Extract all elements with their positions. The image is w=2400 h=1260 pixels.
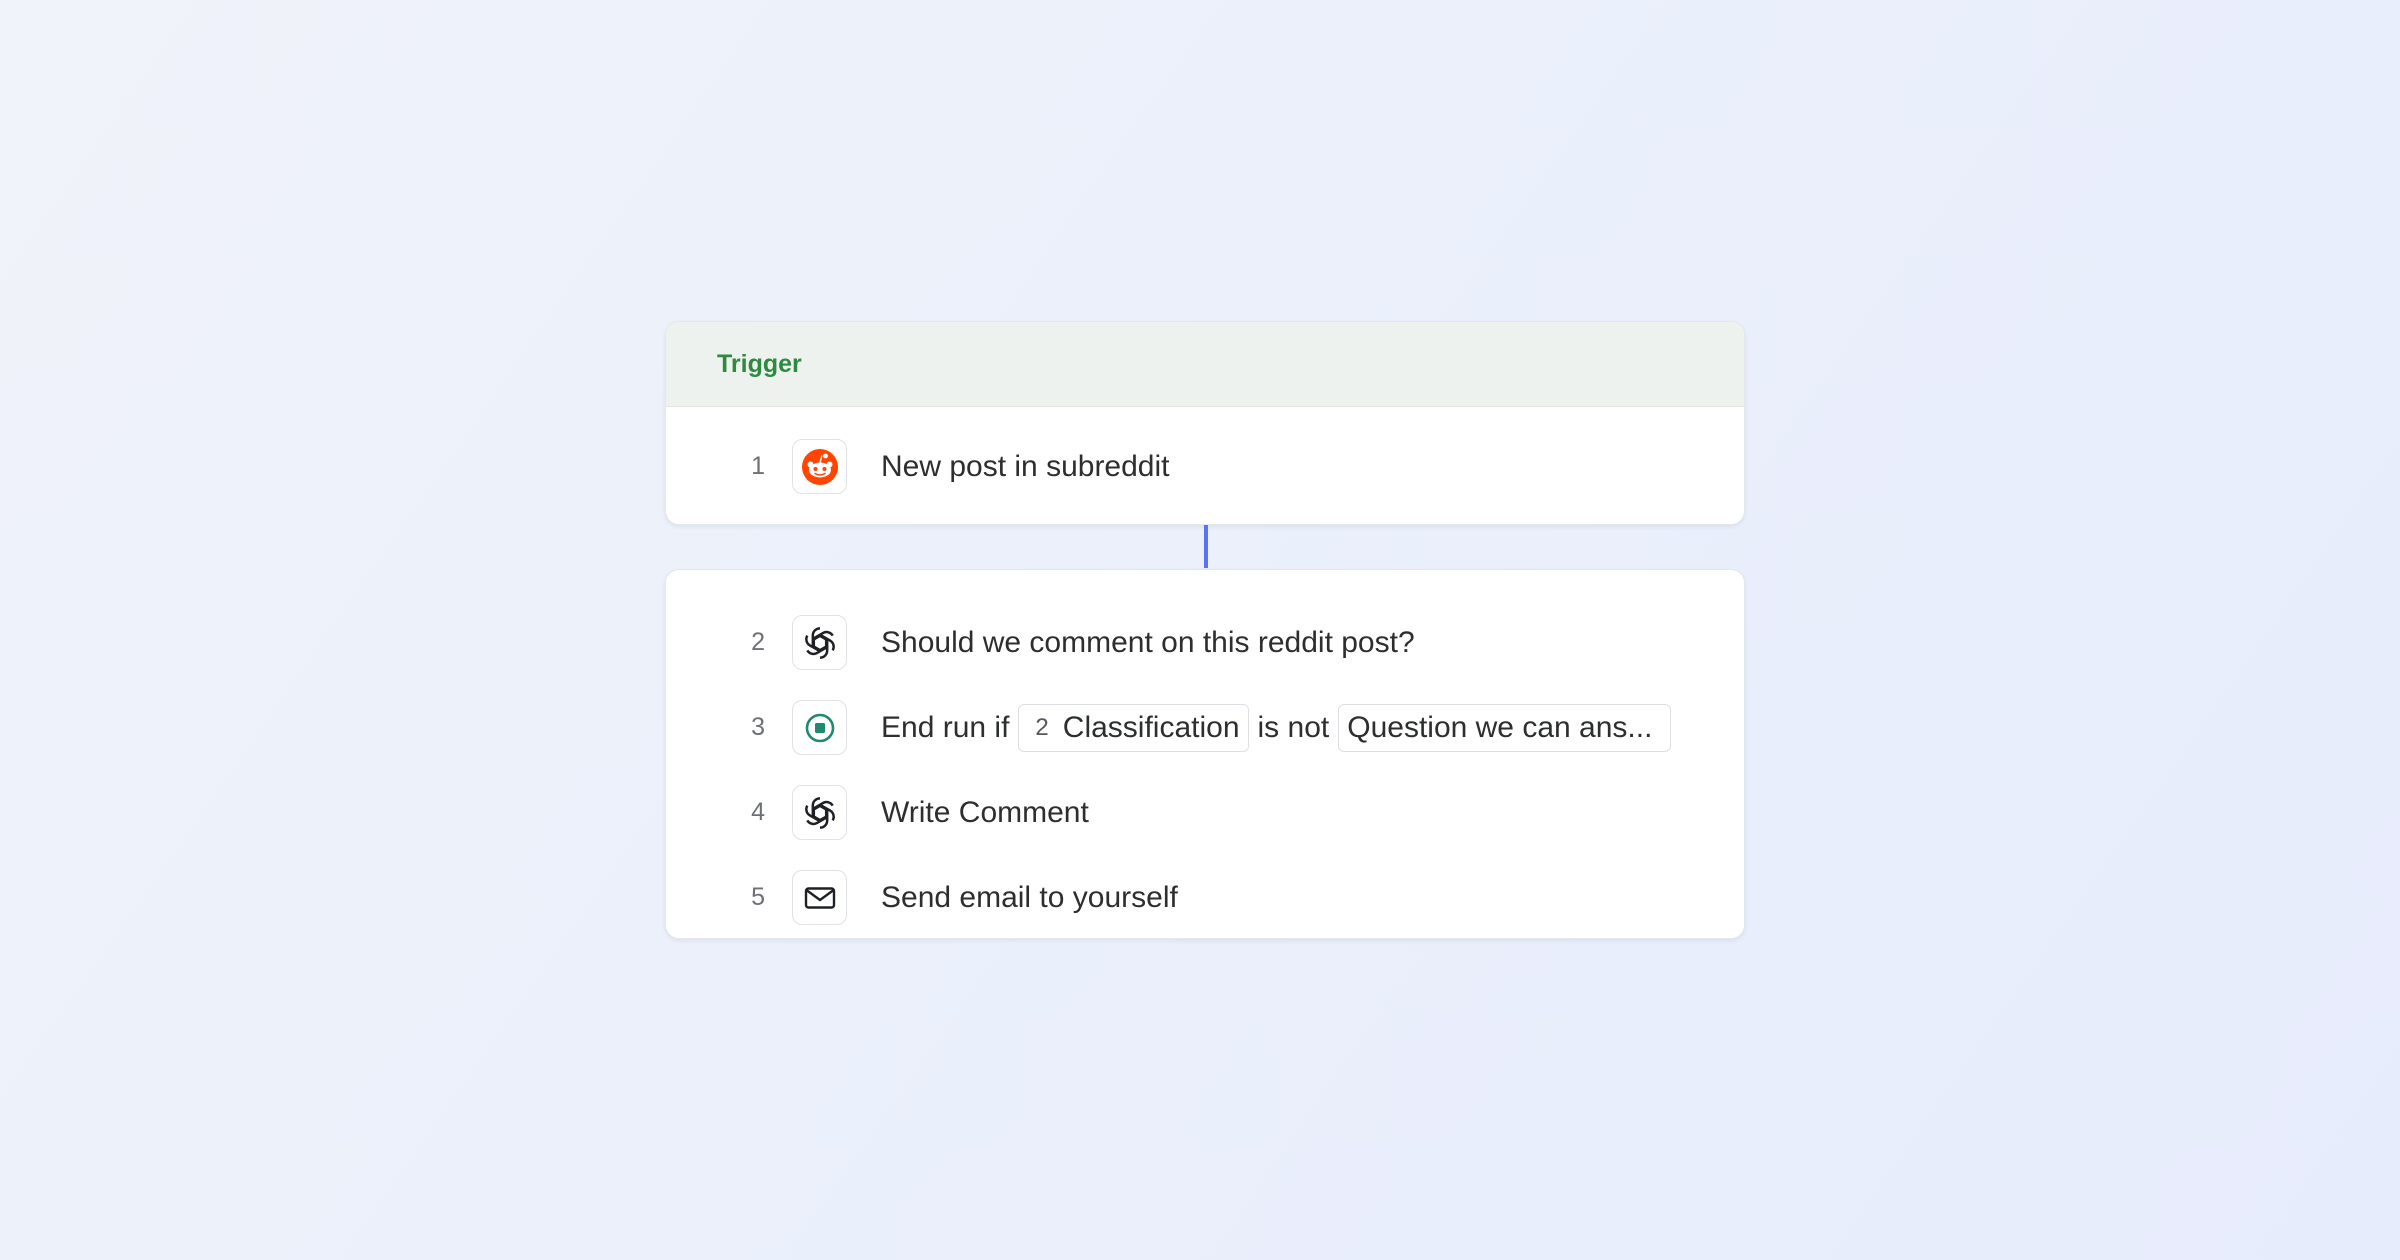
step-row-3[interactable]: 3 End run if 2 Classification is not Que… [666,685,1744,770]
stop-icon [792,700,847,755]
field-label: Classification [1062,710,1240,744]
mail-icon [792,870,847,925]
step-number: 5 [751,883,765,911]
step-title: Should we comment on this reddit post? [881,625,1415,659]
step-title: Send email to yourself [881,880,1178,914]
trigger-header: Trigger [666,322,1744,407]
connector-line [1204,525,1208,568]
step-row-2[interactable]: 2 Should we comment on this reddit post? [666,600,1744,685]
openai-icon [792,785,847,840]
step-number: 3 [751,713,765,741]
step-number: 4 [751,798,765,826]
step-number: 1 [751,452,765,480]
classification-field-pill[interactable]: 2 Classification [1018,703,1249,752]
step-row-4[interactable]: 4 Write Comment [666,770,1744,855]
field-step-number: 2 [1035,713,1049,741]
condition-operator: is not [1257,710,1330,744]
condition-prefix: End run if [881,710,1010,744]
step-title: Write Comment [881,795,1089,829]
step-row-1[interactable]: 1 New post in subreddit [666,407,1744,524]
end-run-condition: End run if 2 Classification is not Quest… [881,703,1680,752]
actions-card: 2 Should we comment on this reddit post?… [665,569,1745,939]
trigger-card: Trigger 1 New post in subreddit [665,321,1745,525]
step-title: New post in subreddit [881,449,1170,483]
reddit-icon [792,439,847,494]
trigger-label: Trigger [717,349,802,378]
condition-value-field[interactable]: Question we can ans... [1338,703,1672,752]
step-row-5[interactable]: 5 Send email to yourself [666,855,1744,938]
openai-icon [792,615,847,670]
step-number: 2 [751,628,765,656]
